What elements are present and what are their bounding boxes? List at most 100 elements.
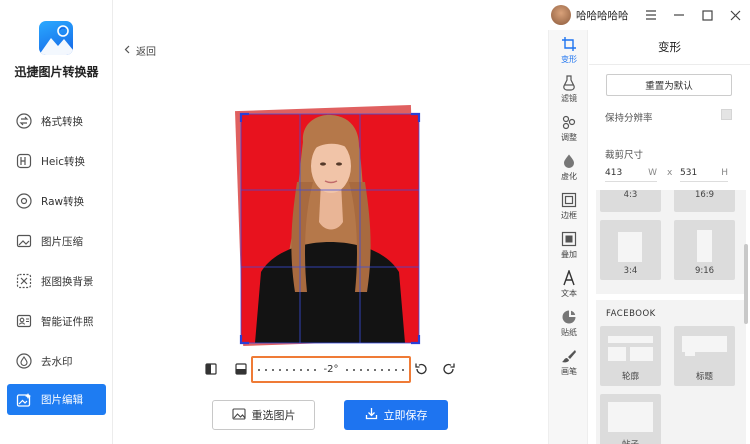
- preset-facebook-profile[interactable]: 轮廓: [600, 326, 661, 386]
- app-logo: [39, 21, 73, 55]
- sidebar-item-label: Raw转换: [41, 195, 85, 208]
- user-account[interactable]: 哈哈哈哈哈: [551, 5, 629, 25]
- back-button[interactable]: 返回: [124, 43, 156, 58]
- tool-blur[interactable]: 虚化: [549, 153, 589, 182]
- sidebar-item-cutout[interactable]: 抠图换背景: [0, 261, 113, 301]
- blur-icon: [561, 153, 577, 169]
- app-name: 迅捷图片转换器: [14, 65, 99, 79]
- preset-4-3[interactable]: 4:3: [600, 190, 661, 212]
- tool-text[interactable]: 文本: [549, 268, 589, 299]
- photo-canvas[interactable]: [231, 102, 424, 347]
- image-icon: [231, 407, 246, 423]
- sidebar-menu: 格式转换 Heic转换 Raw转换 图片压缩 抠图换背景 智能证件照 去水印 图…: [0, 101, 113, 415]
- save-label: 立即保存: [383, 409, 428, 422]
- preset-3-4[interactable]: 3:4: [600, 220, 661, 280]
- rotation-slider[interactable]: -2°: [251, 356, 411, 383]
- width-value: 413: [605, 167, 623, 178]
- height-field[interactable]: 531 H: [680, 164, 728, 182]
- preset-9-16[interactable]: 9:16: [674, 220, 735, 280]
- transform-panel: 变形 重置为默认 保持分辨率 裁剪尺寸 413 W x 531 H 4:3 16…: [589, 30, 750, 444]
- sidebar-item-heic[interactable]: Heic转换: [0, 141, 113, 181]
- width-unit: W: [648, 167, 657, 178]
- maximize-icon[interactable]: [697, 5, 717, 25]
- sidebar-item-label: 图片编辑: [41, 394, 83, 406]
- compress-icon: [16, 233, 32, 249]
- image-edit-icon: [16, 392, 32, 408]
- rotation-ticks-left: [257, 368, 316, 371]
- reselect-label: 重选图片: [251, 409, 296, 422]
- title-bar: 哈哈哈哈哈: [113, 0, 750, 30]
- rotate-left-icon[interactable]: [414, 362, 428, 376]
- keep-resolution-checkbox[interactable]: [721, 109, 732, 120]
- id-photo-icon: [16, 313, 32, 329]
- crop-icon: [561, 36, 577, 52]
- sidebar-item-label: 智能证件照: [41, 315, 94, 328]
- edit-tool-strip: 变形 滤镜 调整 虚化 边框 叠加 文本 贴纸 画笔: [548, 30, 588, 444]
- layout-block: [608, 347, 626, 361]
- sidebar-item-watermark[interactable]: 去水印: [0, 341, 113, 381]
- tool-filter[interactable]: 滤镜: [549, 75, 589, 104]
- raw-icon: [16, 193, 32, 209]
- sidebar-item-id-photo[interactable]: 智能证件照: [0, 301, 113, 341]
- flip-horizontal-icon[interactable]: [204, 362, 218, 376]
- save-button[interactable]: 立即保存: [344, 400, 448, 430]
- sidebar-item-format-convert[interactable]: 格式转换: [0, 101, 113, 141]
- preset-sizes-list: 4:3 16:9 3:4 9:16 FACEBOOK 轮廓 标题 帖子: [596, 190, 746, 444]
- tool-overlay[interactable]: 叠加: [549, 231, 589, 260]
- reset-default-button[interactable]: 重置为默认: [606, 74, 732, 96]
- frame-icon: [561, 192, 577, 208]
- layout-block: [608, 402, 653, 432]
- preset-facebook-cover[interactable]: 标题: [674, 326, 735, 386]
- close-icon[interactable]: [725, 5, 745, 25]
- tool-adjust[interactable]: 调整: [549, 114, 589, 143]
- preset-label: 4:3: [623, 190, 638, 200]
- save-icon: [365, 407, 378, 423]
- panel-scrollbar[interactable]: [744, 244, 748, 324]
- tool-label: 叠加: [561, 250, 577, 259]
- cutout-icon: [16, 273, 32, 289]
- chevron-left-icon: [124, 45, 130, 57]
- convert-icon: [16, 113, 32, 129]
- panel-title: 变形: [658, 40, 681, 54]
- tool-label: 变形: [561, 55, 577, 64]
- rotate-right-icon[interactable]: [442, 362, 456, 376]
- sidebar-item-label: Heic转换: [41, 155, 86, 168]
- tool-brush[interactable]: 画笔: [549, 348, 589, 377]
- minimize-icon[interactable]: [669, 5, 689, 25]
- tool-label: 边框: [561, 211, 577, 220]
- watermark-icon: [16, 353, 32, 369]
- preset-label: 标题: [695, 372, 713, 382]
- sidebar-item-label: 格式转换: [41, 115, 83, 128]
- sidebar-item-image-edit[interactable]: 图片编辑: [7, 384, 106, 415]
- preset-facebook-post[interactable]: 帖子: [600, 394, 661, 444]
- preset-16-9[interactable]: 16:9: [674, 190, 735, 212]
- tool-transform[interactable]: 变形: [549, 36, 589, 65]
- tool-sticker[interactable]: 贴纸: [549, 309, 589, 338]
- preset-label: 轮廓: [621, 372, 639, 382]
- facebook-section-label: FACEBOOK: [606, 309, 656, 319]
- tool-label: 虚化: [561, 172, 577, 181]
- crop-size-label: 裁剪尺寸: [605, 150, 644, 161]
- avatar: [551, 5, 571, 25]
- sidebar-item-label: 去水印: [41, 355, 73, 368]
- rotation-value: -2°: [323, 364, 339, 375]
- width-field[interactable]: 413 W: [605, 164, 657, 182]
- heic-icon: [16, 153, 32, 169]
- sidebar-item-label: 抠图换背景: [41, 275, 94, 288]
- flip-vertical-icon[interactable]: [234, 362, 248, 376]
- filter-icon: [561, 75, 577, 91]
- preset-label: 9:16: [694, 266, 715, 276]
- tool-frame[interactable]: 边框: [549, 192, 589, 221]
- back-label: 返回: [136, 47, 156, 58]
- preset-label: 16:9: [694, 190, 715, 200]
- reselect-image-button[interactable]: 重选图片: [212, 400, 315, 430]
- tool-label: 画笔: [561, 367, 577, 376]
- menu-icon[interactable]: [641, 5, 661, 25]
- sidebar-item-raw[interactable]: Raw转换: [0, 181, 113, 221]
- brush-icon: [561, 348, 577, 364]
- sidebar-item-compress[interactable]: 图片压缩: [0, 221, 113, 261]
- sidebar-item-label: 图片压缩: [41, 235, 83, 248]
- divider: [589, 64, 750, 65]
- sidebar: 迅捷图片转换器 格式转换 Heic转换 Raw转换 图片压缩 抠图换背景 智能证…: [0, 0, 113, 444]
- keep-resolution-label: 保持分辨率: [605, 113, 653, 124]
